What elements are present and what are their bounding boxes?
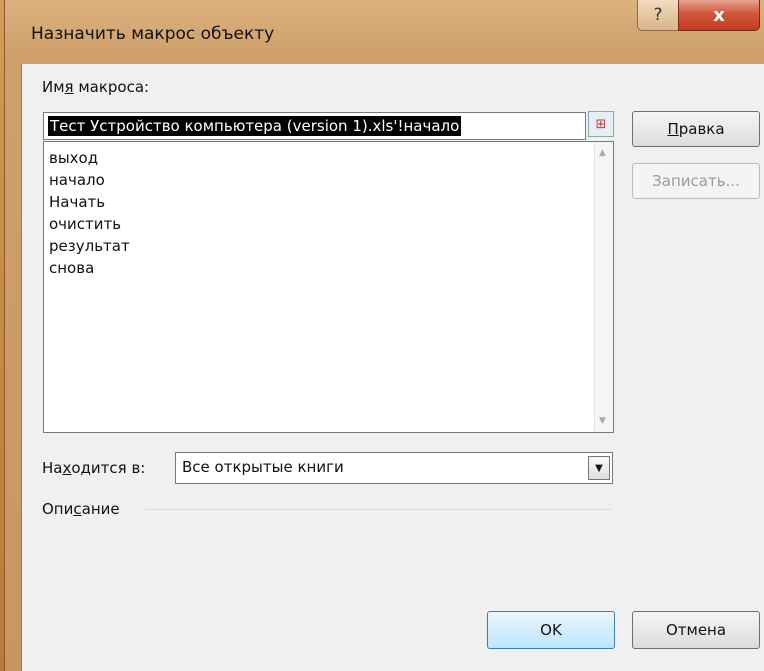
scroll-up-icon[interactable]: ▲ — [599, 148, 606, 158]
description-label: Описание — [42, 500, 120, 518]
close-icon: x — [713, 4, 725, 26]
cancel-button[interactable]: Отмена — [632, 611, 760, 649]
macro-name-value: Тест Устройство компьютера (version 1).x… — [48, 116, 462, 136]
range-select-icon: ⊞ — [595, 116, 607, 132]
macro-list[interactable]: выход начало Начать очистить результат с… — [43, 141, 614, 433]
location-value: Все открытые книги — [182, 458, 344, 476]
dialog-title: Назначить макрос объекту — [31, 24, 275, 44]
list-item[interactable]: снова — [49, 258, 94, 278]
list-item[interactable]: начало — [49, 170, 105, 190]
help-icon: ? — [653, 5, 663, 25]
list-item[interactable]: выход — [49, 148, 98, 168]
scroll-down-icon[interactable]: ▼ — [599, 416, 606, 426]
help-button[interactable]: ? — [637, 0, 679, 31]
description-divider — [145, 509, 611, 510]
location-select[interactable]: Все открытые книги ▼ — [175, 452, 613, 484]
desktop-background: Назначить макрос объекту ? x Имя макроса… — [0, 0, 764, 671]
list-item[interactable]: Начать — [49, 192, 105, 212]
edit-button[interactable]: Правка — [632, 111, 760, 147]
chevron-down-icon[interactable]: ▼ — [588, 456, 610, 480]
macro-name-label: Имя макроса: — [42, 78, 150, 96]
collapse-dialog-button[interactable]: ⊞ — [588, 111, 614, 137]
location-label: Находится в: — [42, 459, 146, 477]
record-button[interactable]: Записать... — [632, 163, 760, 199]
macro-name-input[interactable]: Тест Устройство компьютера (version 1).x… — [43, 112, 586, 140]
ok-button[interactable]: OK — [487, 611, 615, 649]
list-item[interactable]: результат — [49, 236, 130, 256]
vertical-scrollbar[interactable]: ▲ ▼ — [594, 142, 613, 432]
list-item[interactable]: очистить — [49, 214, 121, 234]
dialog-window: Назначить макрос объекту ? x Имя макроса… — [4, 0, 764, 671]
title-bar: Назначить макрос объекту ? x — [5, 0, 764, 64]
close-button[interactable]: x — [678, 0, 760, 31]
dialog-body: Имя макроса: Тест Устройство компьютера … — [21, 64, 764, 671]
